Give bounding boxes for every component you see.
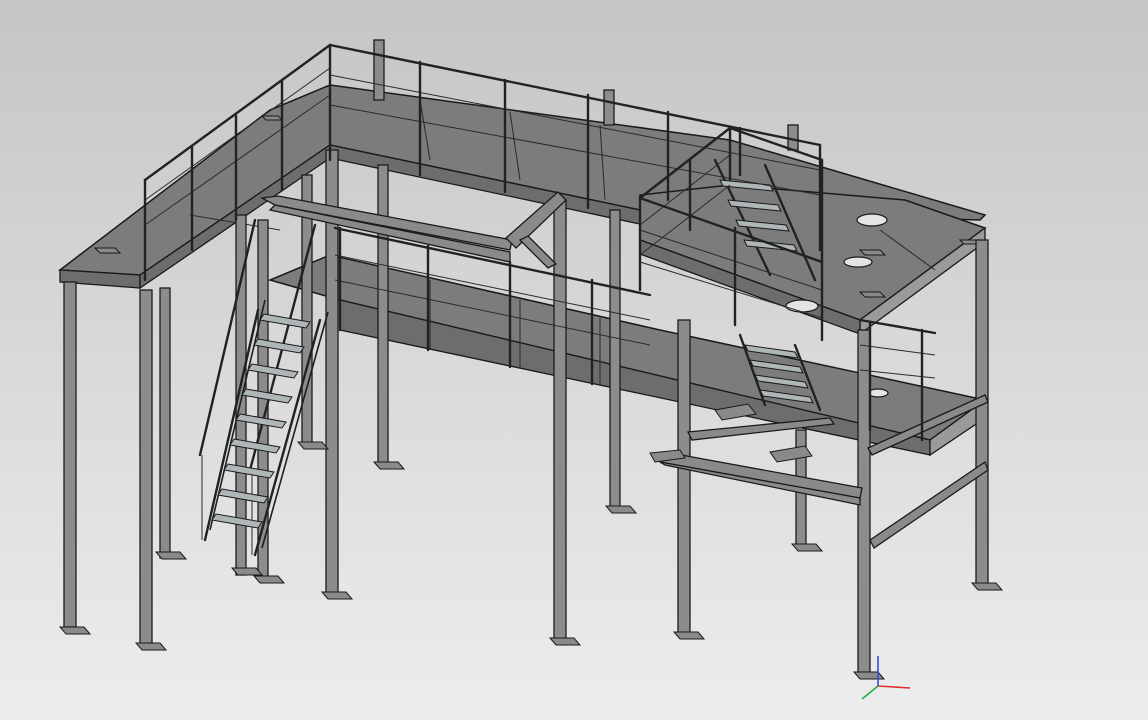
y-axis-icon bbox=[861, 685, 879, 700]
steel-platform-model[interactable] bbox=[0, 0, 1148, 720]
x-axis-icon bbox=[877, 685, 911, 689]
upper-deck[interactable] bbox=[57, 83, 987, 336]
3d-viewport[interactable] bbox=[0, 0, 1148, 720]
